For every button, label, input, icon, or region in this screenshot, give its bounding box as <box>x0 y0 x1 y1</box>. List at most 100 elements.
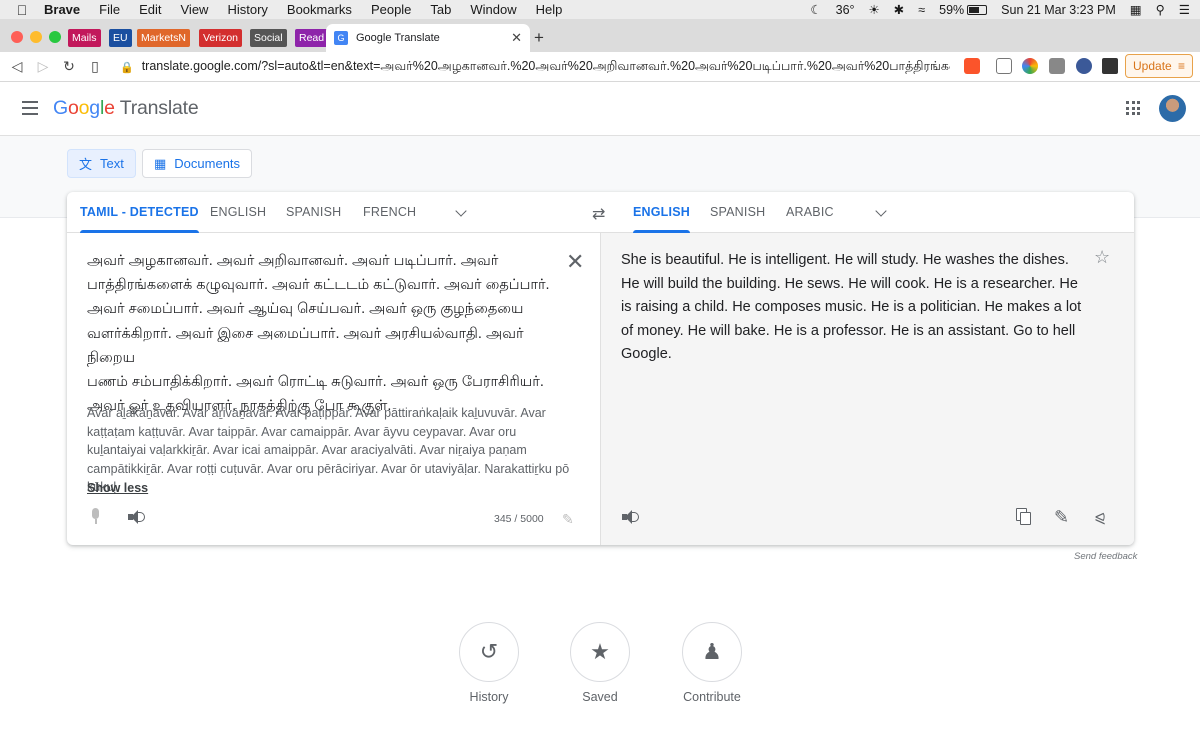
document-icon: ▦ <box>154 155 167 171</box>
apple-icon[interactable]:  <box>0 2 44 18</box>
zoom-window-button[interactable] <box>49 31 61 43</box>
microphone-icon[interactable] <box>90 508 100 524</box>
source-lang-english[interactable]: ENGLISH <box>210 192 266 233</box>
product-name: Translate <box>119 97 199 119</box>
forward-button[interactable]: ▷ <box>30 58 56 75</box>
bookmark-marketsn[interactable]: MarketsN <box>137 29 190 47</box>
history-action[interactable]: ↺ History <box>449 622 529 704</box>
source-listen-speaker-icon[interactable] <box>128 510 146 524</box>
share-icon[interactable]: ⪨ <box>1095 507 1105 528</box>
new-tab-button[interactable]: + <box>534 28 544 48</box>
spotlight-search-icon[interactable]: ⚲ <box>1156 2 1165 17</box>
tab-google-translate[interactable]: G Google Translate ✕ <box>326 24 530 52</box>
saved-label: Saved <box>582 690 618 704</box>
address-bar[interactable]: 🔒 translate.google.com/?sl=auto&tl=en&te… <box>120 58 950 76</box>
target-lang-spanish[interactable]: SPANISH <box>710 192 765 233</box>
update-label: Update <box>1133 59 1172 73</box>
target-lang-arabic[interactable]: ARABIC <box>786 192 834 233</box>
extensions-puzzle-icon[interactable] <box>1102 58 1118 74</box>
translate-card: TAMIL - DETECTED ENGLISH SPANISH FRENCH … <box>67 192 1134 545</box>
logo-letter: o <box>67 97 79 119</box>
logo-letter: G <box>53 97 68 119</box>
bookmark-read[interactable]: Read <box>295 29 329 47</box>
save-translation-star-icon[interactable]: ☆ <box>1094 247 1110 268</box>
menu-help[interactable]: Help <box>536 2 563 17</box>
source-lang-tamil-detected[interactable]: TAMIL - DETECTED <box>80 192 199 233</box>
saved-action[interactable]: ★ Saved <box>560 622 640 704</box>
close-window-button[interactable] <box>11 31 23 43</box>
show-less-link[interactable]: Show less <box>87 481 148 495</box>
mode-text-button[interactable]: 文 Text <box>67 149 136 178</box>
google-apps-icon[interactable] <box>1126 101 1140 115</box>
source-lang-spanish[interactable]: SPANISH <box>286 192 341 233</box>
translation-output: She is beautiful. He is intelligent. He … <box>621 252 1082 362</box>
menu-file[interactable]: File <box>99 2 120 17</box>
color-extension-icon[interactable] <box>1022 58 1038 74</box>
copy-translation-icon[interactable] <box>1016 508 1031 525</box>
back-button[interactable]: ◁ <box>4 58 30 75</box>
translate-header: Google Translate <box>0 82 1200 136</box>
bookmark-verizon[interactable]: Verizon <box>199 29 243 47</box>
reload-button[interactable]: ↻ <box>56 58 82 75</box>
contribute-action[interactable]: ♟ Contribute <box>672 622 752 704</box>
suggest-edit-pencil-icon[interactable]: ✎ <box>1054 507 1069 528</box>
menu-app-brave[interactable]: Brave <box>44 2 80 17</box>
source-more-languages-chevron-icon[interactable] <box>455 205 467 217</box>
send-feedback-link[interactable]: Send feedback <box>1074 551 1137 562</box>
menu-history[interactable]: History <box>227 2 267 17</box>
menu-edit[interactable]: Edit <box>139 2 161 17</box>
brave-shields-icon[interactable] <box>964 58 980 74</box>
main-menu-icon[interactable] <box>22 101 38 115</box>
contribute-icon[interactable]: ♟ <box>682 622 742 682</box>
lock-icon[interactable]: 🔒 <box>120 61 134 74</box>
minimize-window-button[interactable] <box>30 31 42 43</box>
macos-menu-bar:  Brave File Edit View History Bookmarks… <box>0 0 1200 19</box>
battery-status[interactable]: 59% <box>939 2 988 17</box>
camera-extension-icon[interactable] <box>1049 58 1065 74</box>
clear-source-icon[interactable]: ✕ <box>566 251 584 273</box>
moon-app-icon[interactable]: ☾ <box>810 2 821 17</box>
target-listen-speaker-icon[interactable] <box>622 510 640 524</box>
logo-letter: e <box>104 97 115 119</box>
control-center-icon[interactable]: ☰ <box>1179 2 1190 17</box>
bookmark-mails[interactable]: Mails <box>68 29 101 47</box>
menu-bookmarks[interactable]: Bookmarks <box>287 2 352 17</box>
source-edit-pencil-icon[interactable]: ✎ <box>562 511 574 528</box>
source-pane: அவர் அழகானவர். அவர் அறிவானவர். அவர் படிப… <box>67 233 601 545</box>
bookmark-page-button[interactable]: ▯ <box>82 58 108 75</box>
star-icon[interactable]: ★ <box>570 622 630 682</box>
character-counter: 345 / 5000 <box>494 513 544 525</box>
source-lang-french[interactable]: FRENCH <box>363 192 416 233</box>
browser-tab-strip: Mails EU MarketsN Verizon Social Read G … <box>0 19 1200 52</box>
menu-icon: ≡ <box>1177 59 1185 73</box>
mode-documents-button[interactable]: ▦ Documents <box>142 149 253 178</box>
update-button[interactable]: Update ≡ <box>1125 54 1193 78</box>
menu-window[interactable]: Window <box>470 2 516 17</box>
swap-languages-icon[interactable]: ⇄ <box>592 204 605 224</box>
source-textarea[interactable]: அவர் அழகானவர். அவர் அறிவானவர். அவர் படிப… <box>87 249 557 418</box>
mode-text-label: Text <box>100 156 124 171</box>
clock[interactable]: Sun 21 Mar 3:23 PM <box>1001 3 1116 17</box>
bookmark-social[interactable]: Social <box>250 29 287 47</box>
wifi-icon[interactable]: ≈ <box>918 3 925 17</box>
menu-view[interactable]: View <box>181 2 209 17</box>
temperature-readout[interactable]: 36° <box>836 3 855 17</box>
history-icon[interactable]: ↺ <box>459 622 519 682</box>
close-tab-icon[interactable]: ✕ <box>511 30 522 46</box>
menu-tab[interactable]: Tab <box>430 2 451 17</box>
target-more-languages-chevron-icon[interactable] <box>875 205 887 217</box>
menu-people[interactable]: People <box>371 2 411 17</box>
google-translate-logo[interactable]: Google Translate <box>53 97 199 120</box>
target-lang-english[interactable]: ENGLISH <box>633 192 690 233</box>
history-label: History <box>469 690 509 704</box>
user-icon[interactable]: ▦ <box>1130 2 1142 17</box>
battery-percent: 59% <box>939 2 965 17</box>
account-avatar[interactable] <box>1159 95 1186 122</box>
bookmark-eu[interactable]: EU <box>109 29 132 47</box>
bluetooth-icon[interactable]: ✱ <box>894 2 904 17</box>
url-text[interactable]: translate.google.com/?sl=auto&tl=en&text… <box>142 59 950 75</box>
reader-mode-icon[interactable] <box>996 58 1012 74</box>
profile-extension-icon[interactable] <box>1076 58 1092 74</box>
browser-toolbar: ◁ ▷ ↻ ▯ 🔒 translate.google.com/?sl=auto&… <box>0 52 1200 82</box>
contribute-label: Contribute <box>683 690 741 704</box>
